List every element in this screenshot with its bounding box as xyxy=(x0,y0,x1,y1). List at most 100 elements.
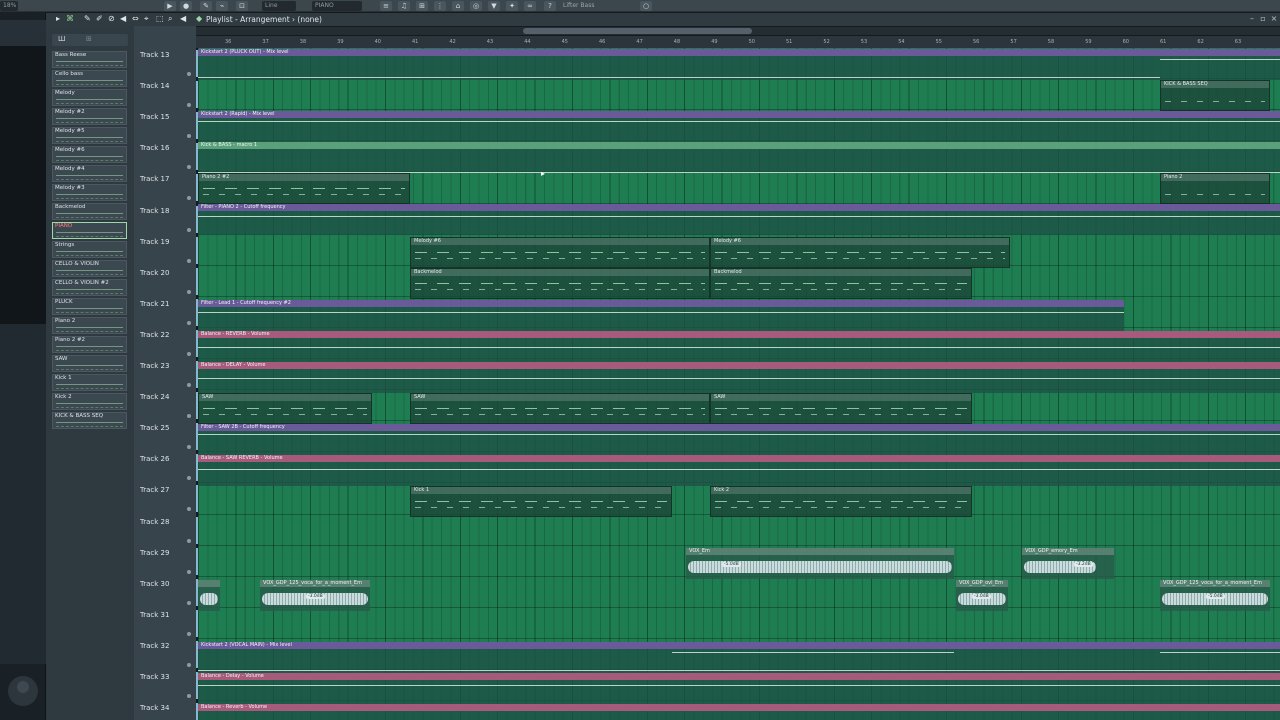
playlist-slip-icon[interactable]: ⇔ xyxy=(132,14,139,23)
track-name[interactable]: Track 22 xyxy=(140,331,169,339)
pattern-melody-4[interactable]: Melody #4 xyxy=(52,165,127,182)
pattern-kick-2[interactable]: Kick 2 xyxy=(52,393,127,410)
snap-field[interactable]: Line xyxy=(262,1,296,11)
track-name[interactable]: Track 24 xyxy=(140,393,169,401)
automation-clip[interactable]: Balance - SAW REVERB - Volume xyxy=(198,455,1280,486)
track-mute-icon[interactable] xyxy=(187,72,191,76)
playlist-play-icon[interactable]: ◀ xyxy=(180,14,186,23)
help-icon[interactable]: ○ xyxy=(640,1,652,11)
track-mute-icon[interactable] xyxy=(187,538,191,543)
playlist-menu-arrow-icon[interactable]: ▸ xyxy=(56,14,60,23)
track-mute-icon[interactable] xyxy=(187,289,191,294)
audio-clip[interactable]: VOX_GDP_ovl_Em -3.0dB xyxy=(956,580,1008,611)
pattern-saw[interactable]: SAW xyxy=(52,355,127,372)
pattern-bass-reese[interactable]: Bass Reese xyxy=(52,51,127,68)
automation-clip[interactable]: Kickstart 2 (VOCAL MAIN) - Mix level xyxy=(198,642,1280,673)
pencil-icon[interactable]: ✎ xyxy=(200,1,212,11)
track-name[interactable]: Track 14 xyxy=(140,82,169,90)
automation-clip[interactable]: Balance - DELAY - Volume xyxy=(198,362,1280,393)
wrench-icon[interactable]: ✦ xyxy=(506,1,518,11)
record-button[interactable]: ● xyxy=(180,1,192,11)
close-icon[interactable]: × xyxy=(1270,15,1278,23)
pattern-cello-violin[interactable]: CELLO & VIOLIN xyxy=(52,260,127,277)
audio-clip[interactable]: VOX_GDP_125_voca_for_a_moment_Em -3.0dB xyxy=(260,580,370,611)
pattern-clip[interactable]: Backmelod xyxy=(710,268,972,299)
playlist-zoom-icon[interactable]: ⌕ xyxy=(168,14,172,24)
pattern-kick-1[interactable]: Kick 1 xyxy=(52,374,127,391)
track-mute-icon[interactable] xyxy=(187,600,191,605)
automation-clip[interactable]: Balance - Reverb - Volume xyxy=(198,704,1280,720)
track-name[interactable]: Track 20 xyxy=(140,269,169,277)
automation-clip[interactable]: Filter - PIANO 2 - Cutoff frequency xyxy=(198,204,1280,235)
playlist-paint-icon[interactable]: ✐ xyxy=(96,14,103,23)
pattern-piano-2[interactable]: Piano 2 xyxy=(52,317,127,334)
playlist-draw-icon[interactable]: ✎ xyxy=(84,14,91,23)
track-name[interactable]: Track 33 xyxy=(140,673,169,681)
track-selector[interactable] xyxy=(196,267,198,295)
audio-clip[interactable]: VOX_Em -5.0dB xyxy=(686,548,954,579)
track-name[interactable]: Track 25 xyxy=(140,424,169,432)
track-selector[interactable] xyxy=(196,81,198,109)
automation-clip[interactable]: Filter - SAW 2B - Cutoff frequency xyxy=(198,424,1280,455)
track-selector[interactable] xyxy=(196,547,198,575)
playlist-slice-icon[interactable]: ⌖ xyxy=(144,14,149,24)
track-selector[interactable] xyxy=(196,236,198,264)
pattern-clip[interactable]: Backmelod xyxy=(410,268,710,299)
browser-icon[interactable]: ⌂ xyxy=(452,1,464,11)
maximize-icon[interactable]: ▫ xyxy=(1259,15,1267,23)
track-name[interactable]: Track 15 xyxy=(140,113,169,121)
pattern-melody-3[interactable]: Melody #3 xyxy=(52,184,127,201)
track-name[interactable]: Track 17 xyxy=(140,175,169,183)
track-mute-icon[interactable] xyxy=(187,227,191,232)
pattern-melody[interactable]: Melody xyxy=(52,89,127,106)
plugin-icon[interactable]: ◎ xyxy=(470,1,482,11)
track-name[interactable]: Track 23 xyxy=(140,362,169,370)
playlist-mute-icon[interactable]: ◀ xyxy=(120,14,126,23)
mixer-icon[interactable]: ⊞ xyxy=(416,1,428,11)
pattern-melody-6[interactable]: Melody #6 xyxy=(52,146,127,163)
timeline-ruler[interactable] xyxy=(196,36,1280,48)
track-mute-icon[interactable] xyxy=(187,569,191,574)
pattern-clip[interactable]: KICK & BASS SEQ xyxy=(1160,80,1270,111)
playlist-arrangement-icon[interactable]: ◆ xyxy=(196,14,202,23)
pattern-clip[interactable]: Melody #6 xyxy=(410,237,710,268)
brush-icon[interactable]: ⌁ xyxy=(216,1,228,11)
audio-clip[interactable]: VOX_GDP_125_voca_for_a_moment_Em -5.0dB xyxy=(1160,580,1270,611)
pattern-backmelod[interactable]: Backmelod xyxy=(52,203,127,220)
track-name[interactable]: Track 34 xyxy=(140,704,169,712)
audio-clip[interactable]: VOX_GDP_emory_Em -3.2dB xyxy=(1022,548,1114,579)
track-name[interactable]: Track 16 xyxy=(140,144,169,152)
automation-clip[interactable]: Kickstart 2 (Rapid) - Mix level xyxy=(198,111,1280,142)
automation-clip[interactable]: Kickstart 2 (PLUCK OUT) - Mix level xyxy=(198,49,1280,80)
browser-tree[interactable] xyxy=(0,46,46,324)
pattern-melody-2[interactable]: Melody #2 xyxy=(52,108,127,125)
pattern-melody-5[interactable]: Melody #5 xyxy=(52,127,127,144)
track-name[interactable]: Track 13 xyxy=(140,51,169,59)
track-name[interactable]: Track 32 xyxy=(140,642,169,650)
track-name[interactable]: Track 31 xyxy=(140,611,169,619)
pattern-piano-2-2[interactable]: Piano 2 #2 xyxy=(52,336,127,353)
pattern-field[interactable]: PIANO xyxy=(312,1,362,11)
track-name[interactable]: Track 21 xyxy=(140,300,169,308)
pattern-clip[interactable]: SAW xyxy=(198,393,372,424)
pattern-clip[interactable]: Kick 1 xyxy=(410,486,672,517)
pattern-strings[interactable]: Strings xyxy=(52,241,127,258)
pattern-clip[interactable]: Melody #6 xyxy=(710,237,1010,268)
track-name[interactable]: Track 29 xyxy=(140,549,169,557)
track-name[interactable]: Track 19 xyxy=(140,238,169,246)
pattern-kick-bass-seq[interactable]: KICK & BASS SEQ xyxy=(52,412,127,429)
playlist-snap-icon[interactable]: ⌘ xyxy=(66,14,74,23)
link-icon[interactable]: ∞ xyxy=(524,1,536,11)
pattern-clip[interactable]: Kick 2 xyxy=(710,486,972,517)
scrollbar-thumb[interactable] xyxy=(523,28,752,34)
play-button[interactable]: ▶ xyxy=(164,1,176,11)
piano-roll-icon[interactable]: ♫ xyxy=(398,1,410,11)
pattern-clip[interactable]: SAW xyxy=(710,393,972,424)
track-mute-icon[interactable] xyxy=(187,351,191,356)
track-name[interactable]: Track 18 xyxy=(140,207,169,215)
track-selector[interactable] xyxy=(196,516,198,544)
snap-icon[interactable]: ⊡ xyxy=(236,1,248,11)
automation-clip[interactable]: Balance - REVERB - Volume xyxy=(198,331,1280,362)
track-mute-icon[interactable] xyxy=(187,258,191,263)
automation-clip[interactable]: Balance - Delay - Volume xyxy=(198,673,1280,704)
